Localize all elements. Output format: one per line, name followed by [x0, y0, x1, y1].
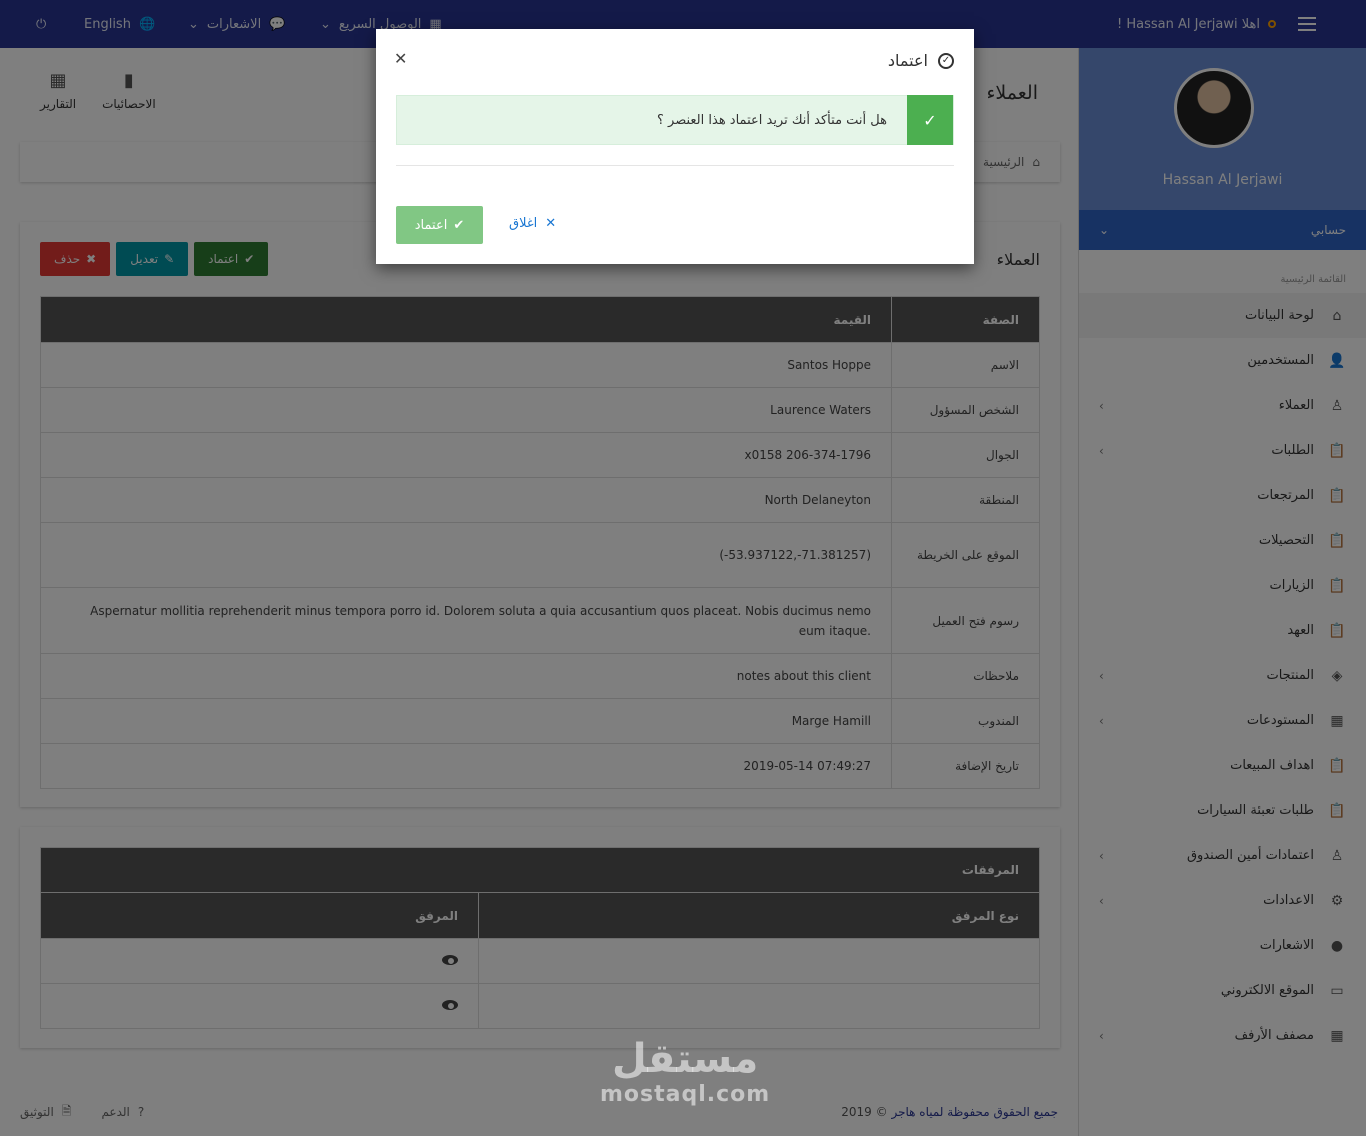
watermark-logo: مستقل mostaql.com — [600, 1036, 770, 1107]
confirm-approve-button[interactable]: اعتماد ✔ — [396, 206, 483, 244]
confirm-modal: ✕ اعتماد ✓ هل أنت متأكد أنك تريد اعتماد … — [376, 29, 974, 264]
close-icon[interactable]: ✕ — [394, 49, 407, 68]
confirm-alert: هل أنت متأكد أنك تريد اعتماد هذا العنصر … — [396, 95, 954, 145]
check-icon: ✓ — [907, 95, 953, 145]
modal-title-text: اعتماد — [887, 51, 928, 70]
watermark-ar: مستقل — [611, 1036, 759, 1082]
close-icon: ✕ — [545, 216, 557, 231]
modal-close-label: اغلاق — [509, 216, 538, 231]
check-circle-icon: ✔ — [453, 217, 465, 233]
watermark-en: mostaql.com — [600, 1082, 771, 1107]
confirm-message: هل أنت متأكد أنك تريد اعتماد هذا العنصر … — [657, 112, 887, 128]
modal-close-button[interactable]: اغلاق ✕ — [509, 216, 556, 231]
check-circle-icon: ✓ — [938, 52, 954, 69]
modal-title: اعتماد ✓ — [888, 51, 954, 70]
modal-divider — [396, 165, 954, 166]
confirm-approve-label: اعتماد — [414, 217, 448, 233]
